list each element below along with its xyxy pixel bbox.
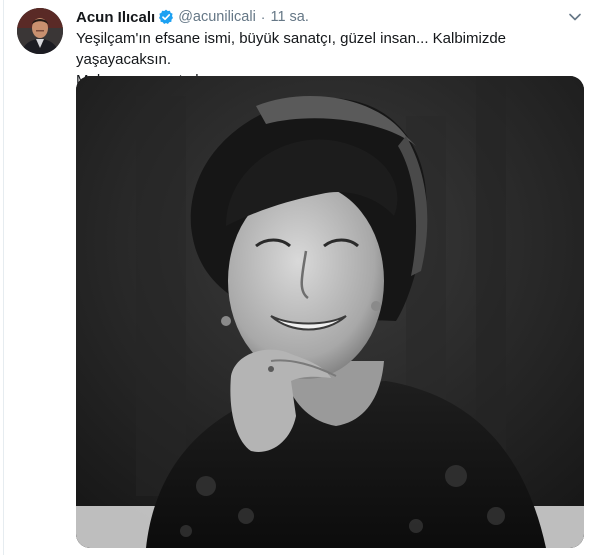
tweet-photo[interactable]	[76, 76, 584, 548]
separator-dot: ·	[260, 9, 266, 25]
timeline-divider	[3, 0, 4, 555]
tweet-header: Acun Ilıcalı @acunilicali · 11 sa.	[76, 8, 309, 26]
portrait-photo	[76, 76, 584, 548]
author-handle[interactable]: @acunilicali	[178, 9, 256, 25]
tweet-timestamp[interactable]: 11 sa.	[270, 9, 308, 25]
avatar[interactable]	[17, 8, 63, 54]
tweet[interactable]: Acun Ilıcalı @acunilicali · 11 sa. Yeşil…	[0, 0, 590, 555]
chevron-down-icon[interactable]	[567, 9, 583, 25]
avatar-image	[17, 8, 63, 54]
verified-badge-icon	[158, 9, 174, 25]
tweet-text-line: Yeşilçam'ın efsane ismi, büyük sanatçı, …	[76, 30, 507, 68]
author-name[interactable]: Acun Ilıcalı	[76, 9, 155, 26]
